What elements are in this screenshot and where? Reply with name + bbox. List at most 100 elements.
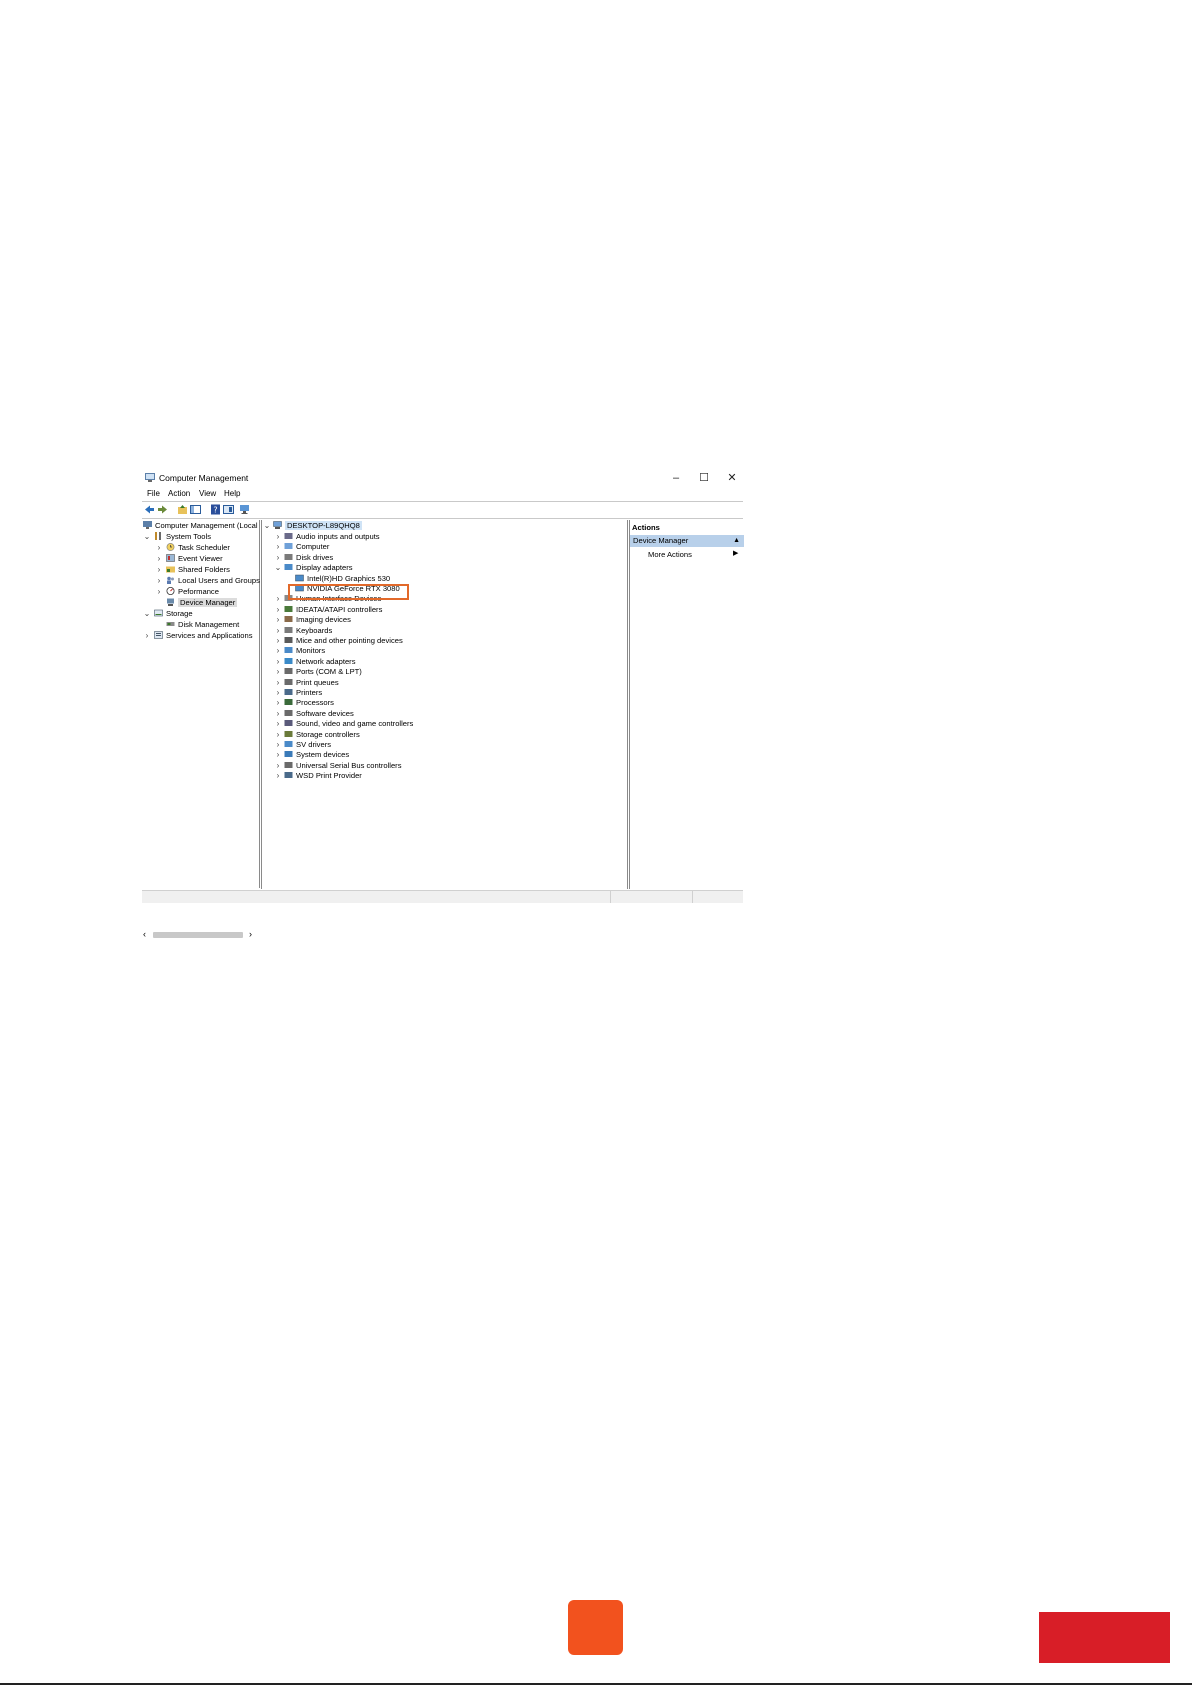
menu-action[interactable]: Action: [168, 489, 190, 498]
tree-item-root[interactable]: Computer Management (Local: [143, 520, 258, 531]
chevron-right-icon[interactable]: ›: [274, 729, 282, 740]
chevron-right-icon[interactable]: ›: [274, 749, 282, 760]
device-category-row[interactable]: IDEATA/ATAPI controllers: [284, 604, 382, 615]
horizontal-scrollbar[interactable]: ‹ ›: [142, 929, 259, 940]
tree-label: IDEATA/ATAPI controllers: [296, 604, 383, 614]
tree-label: Audio inputs and outputs: [296, 532, 380, 541]
maximize-button[interactable]: ☐: [693, 470, 715, 486]
chevron-right-icon[interactable]: ›: [155, 586, 163, 597]
device-category-row[interactable]: WSD Print Provider: [284, 770, 362, 781]
navigation-pane: Computer Management (Local ⌄ System Tool…: [142, 520, 260, 939]
chevron-down-icon[interactable]: ⌄: [143, 531, 151, 542]
tree-item-storage[interactable]: Storage: [154, 608, 193, 619]
device-item-intel-gpu[interactable]: Intel(R)HD Graphics 530: [295, 573, 390, 584]
storage-icon: [154, 609, 163, 617]
chevron-right-icon[interactable]: ›: [274, 739, 282, 750]
chevron-right-icon[interactable]: ›: [274, 635, 282, 646]
tree-item-shared-folders[interactable]: Shared Folders: [166, 564, 230, 575]
chevron-right-icon[interactable]: ›: [274, 666, 282, 677]
scroll-left-icon[interactable]: ‹: [143, 929, 146, 939]
chevron-down-icon[interactable]: ⌄: [274, 562, 282, 573]
device-category-row[interactable]: Monitors: [284, 645, 325, 656]
chevron-right-icon[interactable]: ›: [274, 656, 282, 667]
chevron-right-icon[interactable]: ›: [274, 718, 282, 729]
title-bar: Computer Management – ☐ ✕: [142, 468, 743, 488]
device-category-row[interactable]: Software devices: [284, 708, 354, 719]
device-manager-icon: [167, 598, 174, 606]
device-category-row[interactable]: Disk drives: [284, 552, 333, 563]
device-category-row[interactable]: Network adapters: [284, 656, 356, 667]
show-hide-tree-icon[interactable]: [190, 504, 201, 515]
back-icon[interactable]: [144, 504, 155, 515]
chevron-right-icon[interactable]: ›: [274, 760, 282, 771]
close-button[interactable]: ✕: [721, 470, 743, 486]
device-category-row[interactable]: Computer: [284, 541, 329, 552]
device-category-row[interactable]: Processors: [284, 697, 334, 708]
chevron-right-icon[interactable]: ›: [155, 553, 163, 564]
up-folder-icon[interactable]: [177, 504, 188, 515]
more-actions-link[interactable]: More Actions: [648, 550, 692, 559]
chevron-down-icon[interactable]: ⌄: [263, 520, 271, 531]
device-category-icon: [284, 543, 293, 550]
device-category-row[interactable]: Imaging devices: [284, 614, 351, 625]
actions-section-device-manager[interactable]: Device Manager ▲: [630, 535, 744, 547]
menu-view[interactable]: View: [199, 489, 216, 498]
device-category-row[interactable]: Display adapters: [284, 562, 353, 573]
chevron-right-icon[interactable]: ›: [274, 531, 282, 542]
tree-item-performance[interactable]: Peformance: [166, 586, 219, 597]
tree-label: Peformance: [178, 587, 219, 596]
device-category-row[interactable]: Keyboards: [284, 625, 332, 636]
scrollbar-thumb[interactable]: [153, 932, 243, 938]
tree-item-task-scheduler[interactable]: Task Scheduler: [166, 542, 230, 553]
tree-item-event-viewer[interactable]: Event Viewer: [166, 553, 223, 564]
chevron-right-icon[interactable]: ›: [274, 625, 282, 636]
chevron-right-icon[interactable]: ›: [274, 541, 282, 552]
tree-label: Sound, video and game controllers: [296, 719, 414, 729]
chevron-right-icon[interactable]: ›: [155, 542, 163, 553]
minimize-button[interactable]: –: [665, 470, 687, 486]
device-category-row[interactable]: Universal Serial Bus controllers: [284, 760, 402, 771]
tree-label: Device Manager: [178, 598, 238, 607]
chevron-right-icon[interactable]: ›: [274, 770, 282, 781]
forward-icon[interactable]: [157, 504, 168, 515]
tree-label: Processors: [296, 698, 334, 708]
properties-view-icon[interactable]: [223, 504, 234, 515]
menu-file[interactable]: File: [147, 489, 160, 498]
chevron-right-icon[interactable]: ›: [143, 630, 151, 641]
chevron-right-icon[interactable]: ›: [274, 677, 282, 688]
device-category-row[interactable]: Print queues: [284, 677, 339, 688]
tree-item-local-users[interactable]: Local Users and Groups: [166, 575, 260, 586]
help-icon[interactable]: ?: [210, 504, 221, 515]
monitor-icon[interactable]: [239, 504, 250, 515]
device-category-row[interactable]: Sound, video and game controllers: [284, 718, 413, 729]
collapse-up-icon[interactable]: ▲: [733, 535, 740, 547]
device-category-icon: [284, 637, 293, 643]
chevron-right-icon[interactable]: ›: [274, 604, 282, 615]
chevron-right-icon[interactable]: ›: [274, 593, 282, 604]
menu-help[interactable]: Help: [224, 489, 240, 498]
chevron-right-icon[interactable]: ›: [155, 564, 163, 575]
device-category-row[interactable]: Printers: [284, 687, 322, 698]
device-category-row[interactable]: Mice and other pointing devices: [284, 635, 403, 646]
tree-item-system-tools[interactable]: System Tools: [154, 531, 211, 542]
scroll-right-icon[interactable]: ›: [249, 929, 252, 939]
chevron-down-icon[interactable]: ⌄: [143, 608, 151, 619]
device-category-row[interactable]: Audio inputs and outputs: [284, 531, 380, 542]
chevron-right-icon[interactable]: ›: [274, 687, 282, 698]
tree-item-disk-management[interactable]: Disk Management: [166, 619, 239, 630]
actions-pane: Actions Device Manager ▲ More Actions ▶: [629, 520, 744, 889]
tree-item-device-manager[interactable]: Device Manager: [166, 597, 238, 608]
device-category-row[interactable]: SV drivers: [284, 739, 331, 750]
chevron-right-icon[interactable]: ›: [274, 552, 282, 563]
device-category-icon: [284, 720, 293, 727]
chevron-right-icon[interactable]: ›: [274, 708, 282, 719]
device-category-row[interactable]: Ports (COM & LPT): [284, 666, 362, 677]
chevron-right-icon[interactable]: ›: [274, 645, 282, 656]
device-category-row[interactable]: Storage controllers: [284, 729, 360, 740]
tree-item-computer-root[interactable]: DESKTOP-L89QHQ8: [273, 520, 362, 531]
chevron-right-icon[interactable]: ›: [155, 575, 163, 586]
tree-item-services[interactable]: Services and Applications: [154, 630, 253, 641]
chevron-right-icon[interactable]: ›: [274, 614, 282, 625]
device-category-row[interactable]: System devices: [284, 749, 349, 760]
chevron-right-icon[interactable]: ›: [274, 697, 282, 708]
